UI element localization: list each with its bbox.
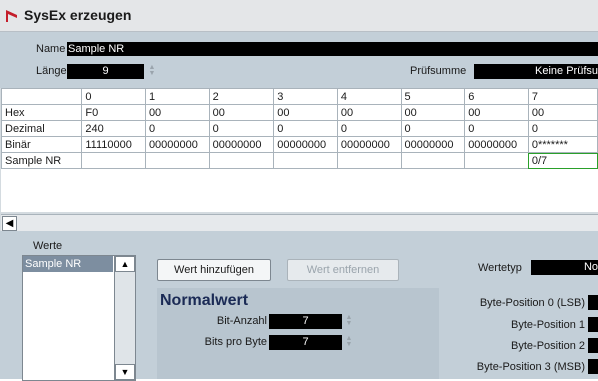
name-field[interactable]: Sample NR bbox=[67, 42, 598, 56]
table-cell[interactable]: 0 bbox=[144, 120, 210, 137]
byte-position-2-field[interactable] bbox=[588, 338, 598, 353]
bit-count-spinner-icon[interactable]: ▲ ▼ bbox=[345, 314, 353, 327]
table-cell[interactable]: 00 bbox=[208, 104, 275, 121]
bits-per-byte-label: Bits pro Byte bbox=[204, 336, 267, 348]
values-scrollbar[interactable]: ▲ ▼ bbox=[114, 256, 135, 380]
selected-cell[interactable]: 0/7 bbox=[527, 152, 598, 169]
table-cell[interactable]: F0 bbox=[81, 104, 146, 121]
byte-position-1-label: Byte-Position 1 bbox=[511, 319, 585, 331]
sysex-window: SysEx erzeugen Name Sample NR Länge 9 ▲ ▼… bbox=[0, 0, 598, 381]
byte-grid: 0 1 2 3 4 5 6 7 Hex F0 00 00 00 00 00 00… bbox=[0, 88, 598, 212]
bits-per-byte-field[interactable]: 7 bbox=[269, 335, 342, 350]
remove-value-button[interactable]: Wert entfernen bbox=[287, 259, 399, 281]
byte-position-3-field[interactable] bbox=[588, 359, 598, 374]
bits-per-byte-spinner-icon[interactable]: ▲ ▼ bbox=[345, 335, 353, 348]
value-type-select[interactable]: No bbox=[531, 260, 598, 275]
list-item[interactable]: Sample NR bbox=[23, 256, 113, 272]
header-panel: Name Sample NR Länge 9 ▲ ▼ Prüfsumme Kein… bbox=[0, 32, 598, 88]
table-cell[interactable]: 00000000 bbox=[464, 136, 529, 153]
byte-position-0-field[interactable] bbox=[588, 295, 598, 310]
table-cell[interactable] bbox=[464, 152, 529, 169]
column-header[interactable]: 1 bbox=[144, 88, 210, 105]
byte-table: 0 1 2 3 4 5 6 7 Hex F0 00 00 00 00 00 00… bbox=[0, 88, 598, 169]
table-cell[interactable]: 00 bbox=[527, 104, 598, 121]
table-cell[interactable]: 00 bbox=[144, 104, 210, 121]
byte-position-1-field[interactable] bbox=[588, 317, 598, 332]
table-row: Hex F0 00 00 00 00 00 00 00 bbox=[0, 104, 598, 121]
table-cell[interactable]: 0 bbox=[273, 120, 338, 137]
table-cell[interactable] bbox=[81, 152, 146, 169]
table-cell[interactable]: 00000000 bbox=[208, 136, 275, 153]
bit-count-label: Bit-Anzahl bbox=[216, 315, 267, 327]
table-cell[interactable] bbox=[273, 152, 338, 169]
table-cell[interactable]: 00000000 bbox=[400, 136, 466, 153]
column-header[interactable]: 6 bbox=[464, 88, 529, 105]
length-spinner-icon[interactable]: ▲ ▼ bbox=[148, 64, 156, 77]
byte-position-0-label: Byte-Position 0 (LSB) bbox=[479, 297, 585, 309]
row-label: Sample NR bbox=[0, 152, 83, 169]
values-panel: Werte Sample NR ▲ ▼ Wert hinzufügen Wert… bbox=[0, 231, 598, 381]
table-cell[interactable] bbox=[336, 152, 402, 169]
length-field[interactable]: 9 bbox=[67, 64, 144, 79]
normal-value-heading: Normalwert bbox=[160, 292, 249, 309]
table-cell[interactable]: 0 bbox=[464, 120, 529, 137]
horizontal-scrollbar[interactable]: ◀ bbox=[1, 214, 598, 232]
scroll-up-icon[interactable]: ▲ bbox=[115, 256, 135, 272]
column-header[interactable]: 5 bbox=[400, 88, 466, 105]
table-header-row: 0 1 2 3 4 5 6 7 bbox=[0, 88, 598, 105]
table-cell[interactable]: 00000000 bbox=[273, 136, 338, 153]
row-label: Binär bbox=[0, 136, 83, 153]
add-value-button[interactable]: Wert hinzufügen bbox=[157, 259, 271, 281]
column-header[interactable]: 0 bbox=[81, 88, 146, 105]
app-logo-icon bbox=[6, 10, 17, 22]
window-title: SysEx erzeugen bbox=[24, 7, 132, 23]
table-cell[interactable]: 0 bbox=[336, 120, 402, 137]
column-header[interactable]: 7 bbox=[527, 88, 598, 105]
table-cell[interactable] bbox=[400, 152, 466, 169]
checksum-select[interactable]: Keine Prüfsu bbox=[474, 64, 598, 79]
normal-value-section: Normalwert Bit-Anzahl 7 ▲ ▼ Bits pro Byte… bbox=[157, 288, 439, 379]
table-row: Dezimal 240 0 0 0 0 0 0 0 bbox=[0, 120, 598, 137]
values-list[interactable]: Sample NR ▲ ▼ bbox=[22, 255, 136, 381]
table-cell[interactable]: 0 bbox=[400, 120, 466, 137]
row-label: Hex bbox=[0, 104, 83, 121]
table-cell[interactable]: 11110000 bbox=[81, 136, 146, 153]
table-row: Sample NR 0/7 bbox=[0, 152, 598, 169]
column-header[interactable]: 2 bbox=[208, 88, 275, 105]
scroll-left-icon[interactable]: ◀ bbox=[2, 216, 17, 231]
table-cell[interactable]: 00 bbox=[273, 104, 338, 121]
table-cell[interactable] bbox=[208, 152, 275, 169]
table-cell[interactable]: 00 bbox=[400, 104, 466, 121]
values-label: Werte bbox=[33, 240, 63, 252]
table-cell[interactable]: 0 bbox=[208, 120, 275, 137]
name-label: Name bbox=[36, 43, 66, 55]
row-label: Dezimal bbox=[0, 120, 83, 137]
table-row: Binär 11110000 00000000 00000000 0000000… bbox=[0, 136, 598, 153]
column-header[interactable]: 4 bbox=[336, 88, 402, 105]
byte-position-3-label: Byte-Position 3 (MSB) bbox=[476, 361, 585, 373]
table-cell[interactable]: 00 bbox=[336, 104, 402, 121]
byte-position-2-label: Byte-Position 2 bbox=[511, 340, 585, 352]
table-cell[interactable]: 00 bbox=[464, 104, 529, 121]
table-cell[interactable]: 0 bbox=[527, 120, 598, 137]
length-label: Länge bbox=[36, 65, 67, 77]
checksum-label: Prüfsumme bbox=[410, 65, 467, 77]
table-cell[interactable]: 00000000 bbox=[144, 136, 210, 153]
table-cell[interactable]: 240 bbox=[81, 120, 146, 137]
title-bar[interactable]: SysEx erzeugen bbox=[0, 0, 598, 32]
scroll-down-icon[interactable]: ▼ bbox=[115, 364, 135, 380]
bit-count-field[interactable]: 7 bbox=[269, 314, 342, 329]
table-cell[interactable] bbox=[144, 152, 210, 169]
column-header[interactable]: 3 bbox=[273, 88, 338, 105]
value-type-label: Wertetyp bbox=[478, 262, 522, 274]
table-cell[interactable]: 00000000 bbox=[336, 136, 402, 153]
table-cell[interactable]: 0******* bbox=[527, 136, 598, 153]
table-corner bbox=[0, 88, 83, 105]
